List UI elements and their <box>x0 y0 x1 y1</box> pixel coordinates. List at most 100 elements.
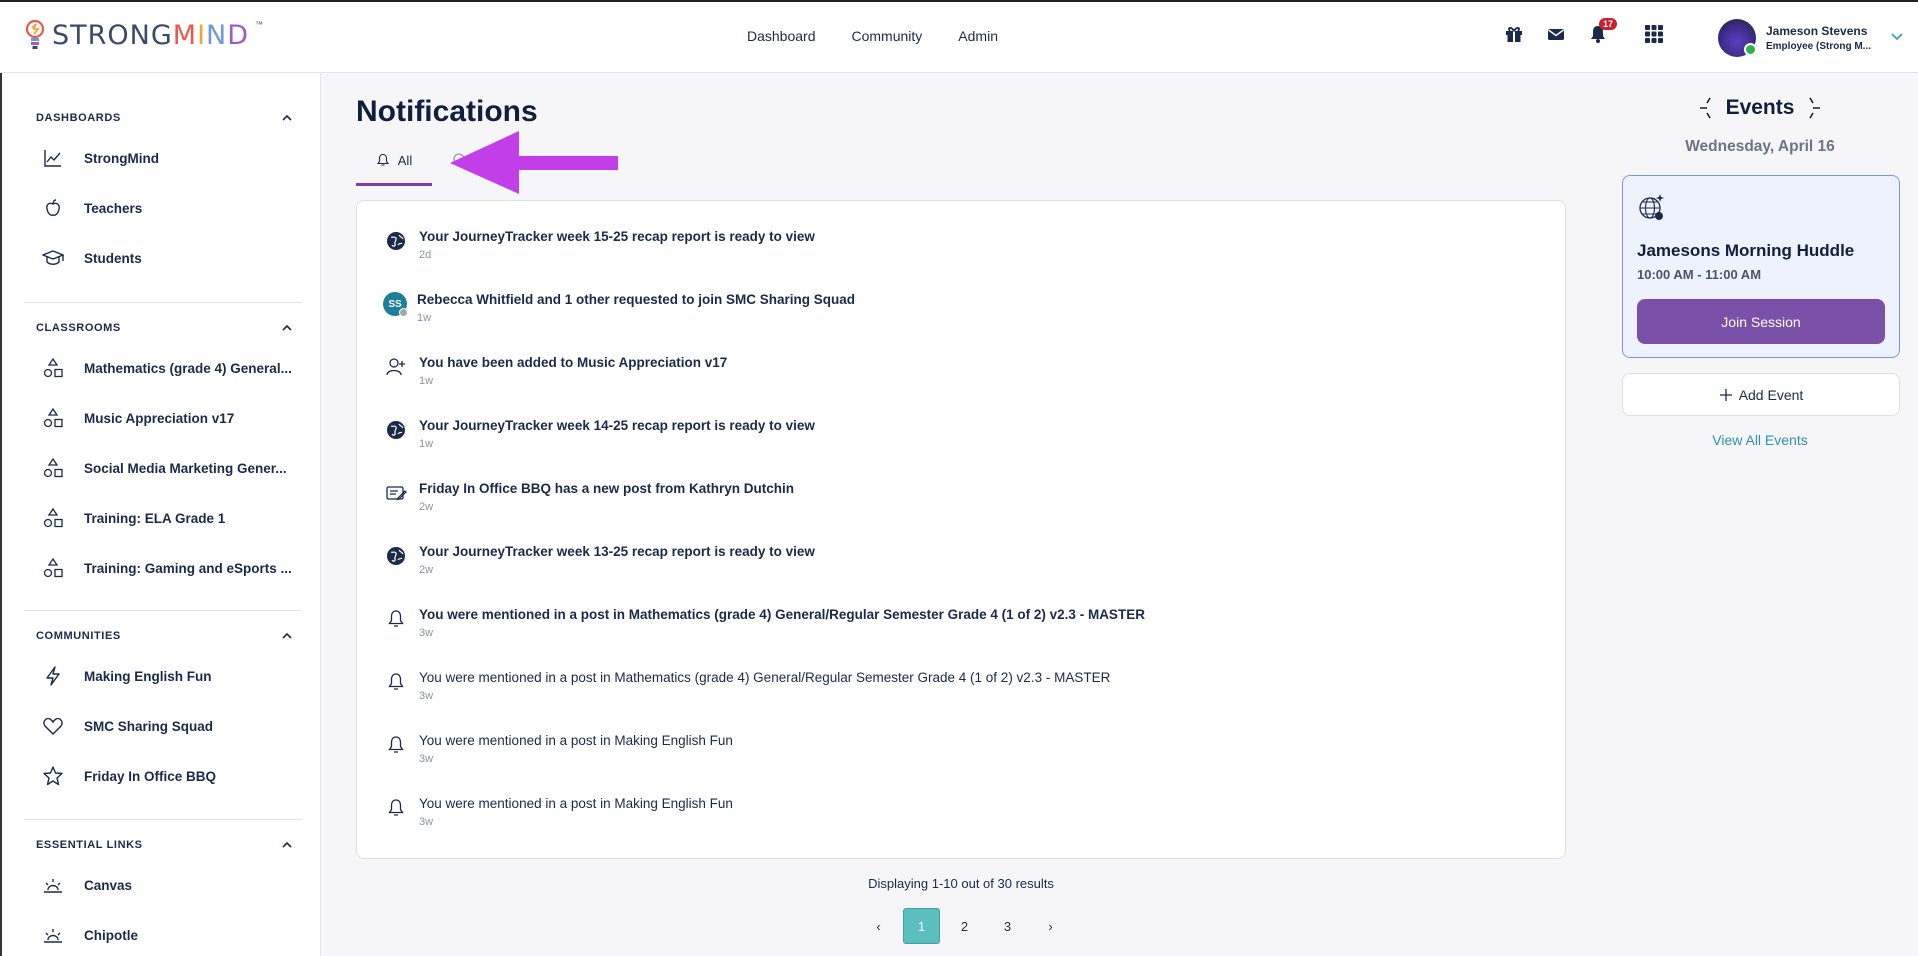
sidebar-item-classroom[interactable]: Music Appreciation v17 <box>24 393 302 443</box>
sidebar-item-label: Teachers <box>84 200 143 216</box>
globe-icon <box>387 232 405 250</box>
chevron-up-icon[interactable] <box>280 838 294 852</box>
page-button-1[interactable]: 1 <box>903 908 940 944</box>
list-item[interactable]: You have been added to Music Appreciatio… <box>385 355 727 387</box>
notification-time: 1w <box>419 438 434 450</box>
section-title: COMMUNITIES <box>36 630 121 642</box>
nav-admin[interactable]: Admin <box>958 28 998 44</box>
avatar <box>1718 19 1757 57</box>
user-name: Jameson Stevens <box>1766 24 1868 38</box>
chevron-up-icon[interactable] <box>280 321 294 335</box>
shapes-icon <box>43 457 63 478</box>
annotation-arrow-icon <box>450 131 618 194</box>
pagination: ‹ 1 2 3 › <box>860 908 1069 944</box>
sidebar-item-community[interactable]: Making English Fun <box>24 651 302 701</box>
user-menu[interactable]: Jameson Stevens Employee (Strong M... <box>1718 19 1903 57</box>
sidebar-item-classroom[interactable]: Mathematics (grade 4) General... <box>24 343 302 393</box>
sidebar-section-essential-links: ESSENTIAL LINKS Canvas Chipotle <box>24 838 302 956</box>
add-event-button[interactable]: Add Event <box>1622 373 1900 416</box>
sidebar-item-label: Canvas <box>84 877 133 893</box>
join-session-button[interactable]: Join Session <box>1637 299 1885 344</box>
sidebar-item-classroom[interactable]: Training: ELA Grade 1 <box>24 493 302 543</box>
sidebar-item-teachers[interactable]: Teachers <box>24 183 302 233</box>
page-button-2[interactable]: 2 <box>946 908 983 944</box>
sidebar-item-students[interactable]: Students <box>24 233 302 283</box>
list-item[interactable]: You were mentioned in a post in Making E… <box>385 796 733 828</box>
notification-time: 2d <box>419 249 432 261</box>
shapes-icon <box>43 557 63 578</box>
gift-icon[interactable] <box>1504 24 1524 44</box>
list-item[interactable]: You were mentioned in a post in Mathemat… <box>385 607 1145 639</box>
mail-icon[interactable] <box>1546 24 1566 44</box>
list-item[interactable]: You were mentioned in a post in Making E… <box>385 733 733 765</box>
lightning-bolt-icon <box>46 666 60 686</box>
sidebar-item-community[interactable]: Friday In Office BBQ <box>24 751 302 801</box>
divider <box>24 819 302 820</box>
section-header[interactable]: COMMUNITIES <box>24 629 302 643</box>
chevron-up-icon[interactable] <box>280 111 294 125</box>
divider <box>24 302 302 303</box>
page-button-3[interactable]: 3 <box>989 908 1026 944</box>
notification-time: 3w <box>419 627 434 639</box>
notification-badge: 17 <box>1599 18 1618 30</box>
sidebar: DASHBOARDS StrongMind Teachers Students … <box>0 73 321 956</box>
list-item[interactable]: You were mentioned in a post in Mathemat… <box>385 670 1110 702</box>
sunrise-icon <box>44 879 62 893</box>
event-title: Jamesons Morning Huddle <box>1637 241 1855 260</box>
app-grid-icon[interactable] <box>1644 24 1664 44</box>
list-item[interactable]: Friday In Office BBQ has a new post from… <box>385 481 794 513</box>
nav-community[interactable]: Community <box>852 28 923 44</box>
section-header[interactable]: ESSENTIAL LINKS <box>24 838 302 852</box>
section-title: DASHBOARDS <box>36 112 121 124</box>
heart-icon <box>43 717 63 735</box>
next-page-button[interactable]: › <box>1032 908 1069 944</box>
notification-text: You were mentioned in a post in Making E… <box>419 796 733 811</box>
notification-time: 2w <box>419 564 434 576</box>
strongmind-logo[interactable]: STRONGMIND ™ <box>24 18 263 52</box>
list-item[interactable]: Your JourneyTracker week 15-25 recap rep… <box>385 229 815 261</box>
user-plus-icon <box>386 358 405 376</box>
notification-text: You were mentioned in a post in Mathemat… <box>419 607 1145 622</box>
sidebar-section-classrooms: CLASSROOMS Mathematics (grade 4) General… <box>24 321 302 593</box>
post-icon <box>386 486 407 501</box>
event-time: 10:00 AM - 11:00 AM <box>1637 267 1762 282</box>
notification-time: 1w <box>419 375 434 387</box>
notifications-bell[interactable]: 17 <box>1588 18 1618 44</box>
list-item[interactable]: Your JourneyTracker week 14-25 recap rep… <box>385 418 815 450</box>
sidebar-item-link[interactable]: Canvas <box>24 860 302 910</box>
tab-all[interactable]: All <box>356 150 432 186</box>
notification-text: You were mentioned in a post in Making E… <box>419 733 733 748</box>
events-title: Events <box>1725 96 1795 119</box>
notification-text: Your JourneyTracker week 13-25 recap rep… <box>419 544 815 559</box>
sidebar-item-label: Friday In Office BBQ <box>84 768 217 784</box>
list-item[interactable]: SS Rebecca Whitfield and 1 other request… <box>383 292 855 324</box>
sidebar-item-label: Training: Gaming and eSports ... <box>84 560 292 576</box>
sidebar-item-classroom[interactable]: Training: Gaming and eSports ... <box>24 543 302 593</box>
nav-dashboard[interactable]: Dashboard <box>747 28 816 44</box>
graduation-cap-icon <box>42 250 64 265</box>
view-all-events-link[interactable]: View All Events <box>1622 432 1898 448</box>
sidebar-item-label: Music Appreciation v17 <box>84 410 235 426</box>
sidebar-item-label: Students <box>84 250 142 266</box>
sidebar-item-classroom[interactable]: Social Media Marketing Gener... <box>24 443 302 493</box>
sidebar-item-label: Making English Fun <box>84 668 212 684</box>
section-header[interactable]: DASHBOARDS <box>24 111 302 125</box>
sidebar-item-link[interactable]: Chipotle <box>24 910 302 956</box>
shapes-icon <box>43 357 63 378</box>
section-title: CLASSROOMS <box>36 322 121 334</box>
prev-page-button[interactable]: ‹ <box>860 908 897 944</box>
chevron-down-icon[interactable] <box>1890 29 1904 43</box>
star-icon <box>43 766 63 786</box>
tab-label: All <box>397 153 413 168</box>
notification-text: You were mentioned in a post in Mathemat… <box>419 670 1111 685</box>
sidebar-item-label: Social Media Marketing Gener... <box>84 460 287 476</box>
list-item[interactable]: Your JourneyTracker week 13-25 recap rep… <box>385 544 815 576</box>
chevron-up-icon[interactable] <box>280 629 294 643</box>
chart-line-icon <box>44 150 61 167</box>
header-icons: 17 <box>1504 18 1664 44</box>
sidebar-item-strongmind[interactable]: StrongMind <box>24 133 302 183</box>
sidebar-item-community[interactable]: SMC Sharing Squad <box>24 701 302 751</box>
section-header[interactable]: CLASSROOMS <box>24 321 302 335</box>
globe-icon <box>387 547 405 565</box>
bell-icon <box>388 799 404 816</box>
